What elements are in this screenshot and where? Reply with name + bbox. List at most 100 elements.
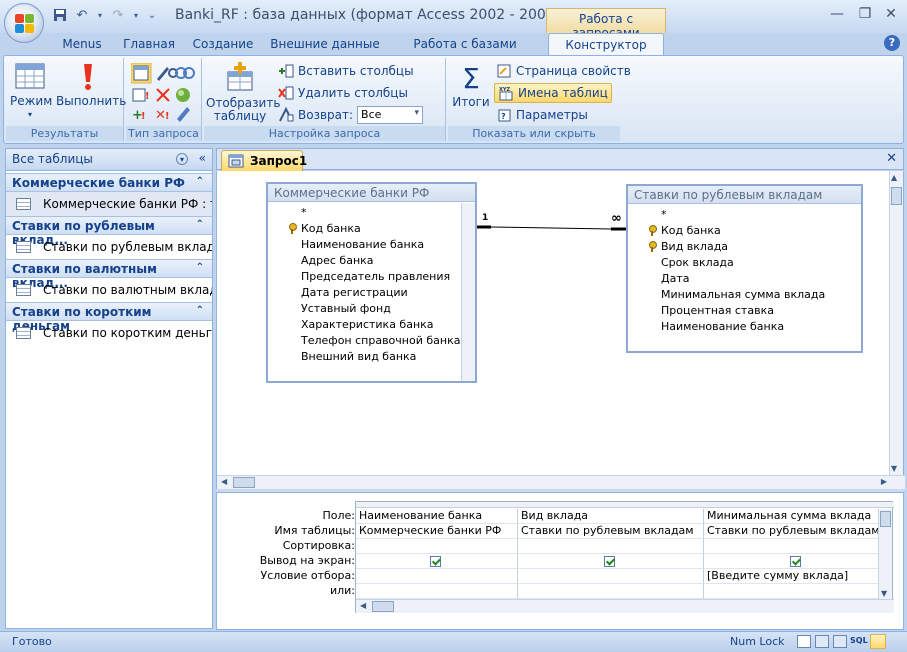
show-checkbox[interactable]: [790, 556, 801, 567]
property-sheet-button[interactable]: Страница свойств: [496, 61, 631, 81]
scroll-down-icon[interactable]: ▼: [881, 589, 887, 598]
pivot-table-icon[interactable]: [815, 635, 829, 648]
nav-collapse-icon[interactable]: «: [199, 151, 206, 165]
scroll-thumb[interactable]: [233, 477, 255, 488]
field-item[interactable]: Процентная ставка: [661, 304, 774, 317]
sql-view-button[interactable]: SQL: [850, 636, 868, 645]
tab-database-tools[interactable]: Работа с базами данных: [390, 33, 540, 73]
insert-columns-button[interactable]: Вставить столбцы: [278, 61, 414, 81]
grid-cell-sort[interactable]: [704, 539, 880, 554]
nav-group-commercial-banks[interactable]: Коммерческие банки РФ ⌃: [6, 173, 212, 192]
scroll-thumb[interactable]: [372, 601, 394, 612]
undo-icon[interactable]: ↶: [74, 8, 90, 24]
field-item[interactable]: Уставный фонд: [301, 302, 391, 315]
field-item[interactable]: Код банка: [661, 224, 721, 237]
field-item[interactable]: *: [661, 208, 667, 221]
redo-icon[interactable]: ↷: [110, 8, 126, 24]
nav-item-commercial-banks[interactable]: Коммерческие банки РФ : та...: [6, 192, 212, 216]
nav-group-currency-rates[interactable]: Ставки по валютным вклад... ⌃: [6, 259, 212, 290]
table-window-ruble-rates[interactable]: Ставки по рублевым вкладам * Код банка В…: [626, 184, 863, 353]
grid-cell-table[interactable]: Ставки по рублевым вкладам: [704, 524, 880, 539]
redo-dropdown-icon[interactable]: ▾: [132, 8, 140, 24]
scroll-right-icon[interactable]: ▶: [881, 477, 887, 486]
nav-item-currency-rates[interactable]: Ставки по валютным вклада...: [6, 278, 212, 302]
grid-cell-sort[interactable]: [356, 539, 518, 554]
relationship-line[interactable]: [475, 219, 629, 235]
pivot-chart-icon[interactable]: [833, 635, 847, 648]
nav-item-short-money[interactable]: Ставки по коротким деньга...: [6, 321, 212, 345]
field-item[interactable]: Код банка: [301, 222, 361, 235]
scroll-thumb[interactable]: [880, 511, 891, 527]
scroll-left-icon[interactable]: ◀: [360, 601, 366, 610]
tab-create[interactable]: Создание: [188, 33, 258, 55]
show-checkbox[interactable]: [430, 556, 441, 567]
parameters-button[interactable]: ? Параметры: [496, 105, 588, 125]
show-table-button[interactable]: Отобразить таблицу: [206, 62, 280, 123]
run-button[interactable]: Выполнить: [56, 62, 126, 108]
design-horizontal-scrollbar[interactable]: ◀ ▶: [217, 475, 905, 489]
grid-cell-field[interactable]: Минимальная сумма вклада: [704, 509, 880, 524]
grid-cell-sort[interactable]: [518, 539, 704, 554]
field-item[interactable]: Председатель правления: [301, 270, 450, 283]
show-checkbox[interactable]: [604, 556, 615, 567]
grid-cell-criteria[interactable]: [518, 569, 704, 584]
table-window-commercial-banks[interactable]: Коммерческие банки РФ * Код банка Наимен…: [266, 182, 477, 383]
tab-home[interactable]: Главная: [118, 33, 180, 55]
tab-design[interactable]: Конструктор: [548, 33, 664, 55]
grid-cell-table[interactable]: Коммерческие банки РФ: [356, 524, 518, 539]
grid-cell-field[interactable]: Вид вклада: [518, 509, 704, 524]
return-select[interactable]: Все ▾: [357, 106, 424, 124]
maximize-button[interactable]: ❐: [852, 4, 878, 24]
grid-vertical-scrollbar[interactable]: ▼: [878, 509, 892, 599]
nav-header[interactable]: Все таблицы ▾ «: [6, 149, 212, 171]
scroll-down-icon[interactable]: ▼: [891, 464, 897, 473]
grid-cell-field[interactable]: Наименование банка: [356, 509, 518, 524]
field-item[interactable]: *: [301, 206, 307, 219]
customize-qat-icon[interactable]: ⌄: [146, 8, 158, 24]
grid-cell-criteria[interactable]: [356, 569, 518, 584]
totals-button[interactable]: Σ Итоги: [452, 62, 490, 109]
field-item[interactable]: Вид вклада: [661, 240, 728, 253]
column-selectors[interactable]: [356, 502, 894, 508]
grid-cell-or[interactable]: [356, 584, 518, 599]
table-field-scrollbar[interactable]: [461, 203, 475, 381]
tab-external-data[interactable]: Внешние данные: [270, 33, 380, 55]
close-button[interactable]: ✕: [878, 4, 904, 24]
grid-cell-or[interactable]: [518, 584, 704, 599]
view-mode-button[interactable]: Режим ▾: [10, 62, 52, 121]
grid-cell-or[interactable]: [704, 584, 880, 599]
minimize-button[interactable]: —: [824, 4, 850, 24]
grid-horizontal-scrollbar[interactable]: ◀: [356, 599, 894, 613]
field-item[interactable]: Наименование банка: [661, 320, 784, 333]
delete-columns-button[interactable]: Удалить столбцы: [278, 83, 408, 103]
field-item[interactable]: Дата: [661, 272, 689, 285]
grid-cell-table[interactable]: Ставки по рублевым вкладам: [518, 524, 704, 539]
document-tab-query1[interactable]: Запрос1: [221, 150, 307, 171]
design-view-icon[interactable]: [870, 634, 886, 649]
datasheet-view-icon[interactable]: [797, 635, 811, 648]
scroll-up-icon[interactable]: ▲: [891, 173, 897, 182]
nav-item-ruble-rates[interactable]: Ставки по рублевым вклада...: [6, 235, 212, 259]
nav-group-ruble-rates[interactable]: Ставки по рублевым вклад... ⌃: [6, 216, 212, 247]
nav-menu-dropdown-icon[interactable]: ▾: [176, 153, 188, 165]
design-vertical-scrollbar[interactable]: ▲ ▼: [889, 171, 903, 475]
field-item[interactable]: Дата регистрации: [301, 286, 408, 299]
field-item[interactable]: Наименование банка: [301, 238, 424, 251]
field-item[interactable]: Характеристика банка: [301, 318, 434, 331]
field-item[interactable]: Срок вклада: [661, 256, 734, 269]
nav-group-short-money[interactable]: Ставки по коротким деньгам ⌃: [6, 302, 212, 333]
field-item[interactable]: Телефон справочной банка: [301, 334, 460, 347]
help-icon[interactable]: ?: [884, 35, 900, 51]
office-button[interactable]: [4, 3, 44, 43]
scroll-left-icon[interactable]: ◀: [221, 477, 227, 486]
save-icon[interactable]: [52, 8, 68, 24]
undo-dropdown-icon[interactable]: ▾: [96, 8, 104, 24]
field-item[interactable]: Минимальная сумма вклада: [661, 288, 825, 301]
grid-cell-criteria[interactable]: [Введите сумму вклада]: [704, 569, 880, 584]
tab-menus[interactable]: Menus: [52, 33, 112, 55]
close-document-icon[interactable]: ✕: [886, 151, 897, 166]
field-item[interactable]: Внешний вид банка: [301, 350, 416, 363]
field-item[interactable]: Адрес банка: [301, 254, 374, 267]
scroll-thumb[interactable]: [891, 187, 902, 205]
table-names-button[interactable]: XYZ Имена таблиц: [494, 83, 612, 103]
